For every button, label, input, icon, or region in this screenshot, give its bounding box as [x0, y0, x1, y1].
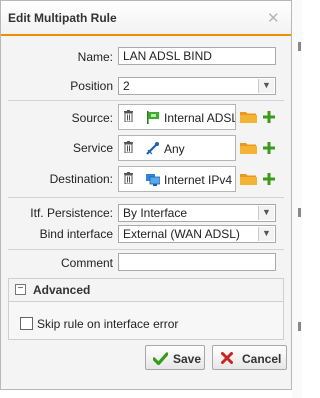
position-select[interactable]: 2 ▼	[118, 77, 276, 95]
background-window-edge	[292, 0, 302, 398]
source-object-box[interactable]: Internal ADSL	[118, 104, 236, 130]
trash-icon[interactable]	[124, 110, 133, 122]
folder-icon[interactable]	[240, 110, 257, 123]
dialog-titlebar: Edit Multipath Rule ✕	[1, 1, 291, 36]
folder-icon[interactable]	[240, 141, 257, 154]
position-label: Position	[70, 79, 113, 93]
folder-icon[interactable]	[240, 172, 257, 185]
service-label: Service	[72, 141, 113, 155]
persistence-value: By Interface	[123, 206, 188, 220]
persistence-select[interactable]: By Interface ▼	[118, 204, 276, 222]
advanced-title: Advanced	[33, 283, 91, 297]
comment-input[interactable]	[118, 253, 276, 271]
bind-interface-label: Bind interface	[39, 227, 113, 241]
name-label: Name:	[77, 50, 113, 64]
divider	[8, 100, 284, 101]
network-computer-icon	[146, 174, 160, 186]
name-input[interactable]: LAN ADSL BIND	[118, 47, 276, 65]
service-object-box[interactable]: Any	[118, 135, 236, 161]
network-flag-icon	[147, 111, 160, 124]
chevron-down-icon[interactable]: ▼	[258, 227, 274, 241]
destination-label: Destination:	[49, 172, 113, 186]
advanced-header[interactable]: − Advanced	[9, 279, 283, 302]
save-label: Save	[173, 352, 202, 366]
edit-multipath-rule-dialog: Edit Multipath Rule ✕ Name: LAN ADSL BIN…	[0, 0, 292, 390]
save-button[interactable]: Save	[145, 345, 205, 370]
dialog-title: Edit Multipath Rule	[8, 11, 117, 25]
advanced-section: − Advanced Skip rule on interface error	[8, 278, 284, 340]
skip-rule-checkbox[interactable]	[20, 317, 33, 330]
bind-interface-value: External (WAN ADSL)	[123, 227, 240, 241]
add-icon[interactable]	[263, 142, 275, 154]
bind-interface-select[interactable]: External (WAN ADSL) ▼	[118, 225, 276, 243]
source-value: Internal ADSL	[164, 111, 236, 125]
chevron-down-icon[interactable]: ▼	[258, 206, 274, 220]
chevron-down-icon[interactable]: ▼	[258, 79, 274, 93]
service-value: Any	[164, 142, 185, 156]
background-marker	[298, 208, 301, 217]
destination-object-box[interactable]: Internet IPv4	[118, 166, 236, 192]
persistence-label: Itf. Persistence:	[30, 206, 113, 220]
divider	[8, 249, 284, 250]
trash-icon[interactable]	[124, 172, 133, 184]
background-marker	[298, 42, 301, 51]
trash-icon[interactable]	[124, 141, 133, 153]
source-label: Source:	[71, 111, 113, 125]
comment-label: Comment	[60, 256, 113, 270]
checkmark-icon	[153, 352, 168, 365]
add-icon[interactable]	[263, 111, 275, 123]
add-icon[interactable]	[263, 173, 275, 185]
service-plug-icon	[146, 142, 159, 155]
skip-rule-label: Skip rule on interface error	[37, 317, 179, 331]
cancel-label: Cancel	[242, 352, 282, 366]
background-marker	[298, 322, 301, 331]
position-value: 2	[123, 79, 130, 93]
collapse-minus-icon[interactable]: −	[15, 284, 26, 295]
divider	[8, 197, 284, 198]
destination-value: Internet IPv4	[164, 173, 233, 187]
cancel-button[interactable]: Cancel	[212, 345, 287, 370]
cross-icon	[221, 352, 233, 364]
close-icon[interactable]: ✕	[267, 9, 280, 27]
